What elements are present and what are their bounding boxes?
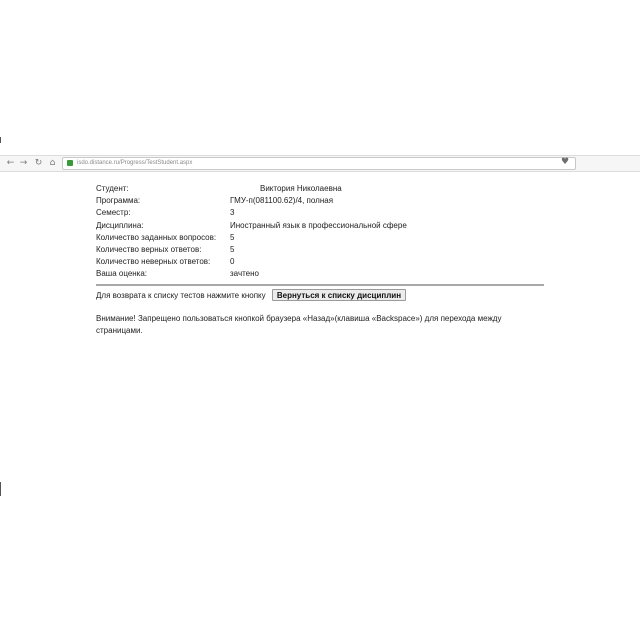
questions-value: 5	[230, 232, 235, 242]
return-instruction: Для возврата к списку тестов нажмите кно…	[96, 291, 266, 300]
discipline-label: Дисциплина:	[96, 220, 144, 230]
semester-value: 3	[230, 208, 235, 218]
semester-label: Семестр:	[96, 208, 131, 218]
return-to-disciplines-button[interactable]: Вернуться к списку дисциплин	[271, 289, 407, 301]
correct-label: Количество верных ответов:	[96, 244, 202, 254]
questions-label: Количество заданных вопросов:	[96, 232, 217, 242]
questions-row: Количество заданных вопросов: 5	[96, 232, 546, 244]
program-label: Программа:	[96, 196, 141, 206]
return-row: Для возврата к списку тестов нажмите кно…	[96, 289, 407, 303]
grade-value: зачтено	[230, 269, 259, 279]
student-row: Студент: Виктория Николаевна	[96, 183, 546, 195]
forward-arrow-icon[interactable]: →	[18, 157, 29, 169]
url-text[interactable]: isdo.distance.ru/Progress/TestStudent.as…	[77, 158, 192, 169]
student-value: Виктория Николаевна	[260, 184, 342, 193]
home-icon[interactable]: ⌂	[47, 157, 58, 169]
student-label: Студент:	[96, 184, 129, 193]
test-results: Студент: Виктория Николаевна Программа: …	[96, 183, 546, 335]
page: ← → ↻ ⌂ isdo.distance.ru/Progress/TestSt…	[0, 0, 640, 640]
lock-icon	[67, 160, 73, 166]
wrong-label: Количество неверных ответов:	[96, 257, 211, 267]
discipline-row: Дисциплина: Иностранный язык в профессио…	[96, 220, 546, 232]
address-bar[interactable]: isdo.distance.ru/Progress/TestStudent.as…	[62, 157, 576, 170]
heart-bookmark-icon[interactable]: ♥	[560, 157, 570, 167]
program-row: Программа: ГМУ-п(081100.62)/4, полная	[96, 195, 546, 207]
correct-value: 5	[230, 244, 235, 254]
correct-row: Количество верных ответов: 5	[96, 244, 546, 256]
back-arrow-icon[interactable]: ←	[5, 157, 16, 169]
discipline-value: Иностранный язык в профессиональной сфер…	[230, 220, 407, 230]
reload-icon[interactable]: ↻	[33, 157, 44, 169]
wrong-row: Количество неверных ответов: 0	[96, 256, 546, 268]
backspace-warning: Внимание! Запрещено пользоваться кнопкой…	[96, 314, 502, 335]
window-edge-mark	[0, 482, 1, 496]
browser-toolbar: ← → ↻ ⌂ isdo.distance.ru/Progress/TestSt…	[0, 155, 640, 172]
grade-label: Ваша оценка:	[96, 269, 148, 279]
tab-strip	[0, 143, 640, 153]
semester-row: Семестр: 3	[96, 207, 546, 219]
grade-row: Ваша оценка: зачтено	[96, 268, 546, 280]
wrong-value: 0	[230, 257, 235, 267]
browser-chrome: ← → ↻ ⌂ isdo.distance.ru/Progress/TestSt…	[0, 143, 640, 179]
divider	[96, 284, 544, 286]
program-value: ГМУ-п(081100.62)/4, полная	[230, 196, 334, 206]
